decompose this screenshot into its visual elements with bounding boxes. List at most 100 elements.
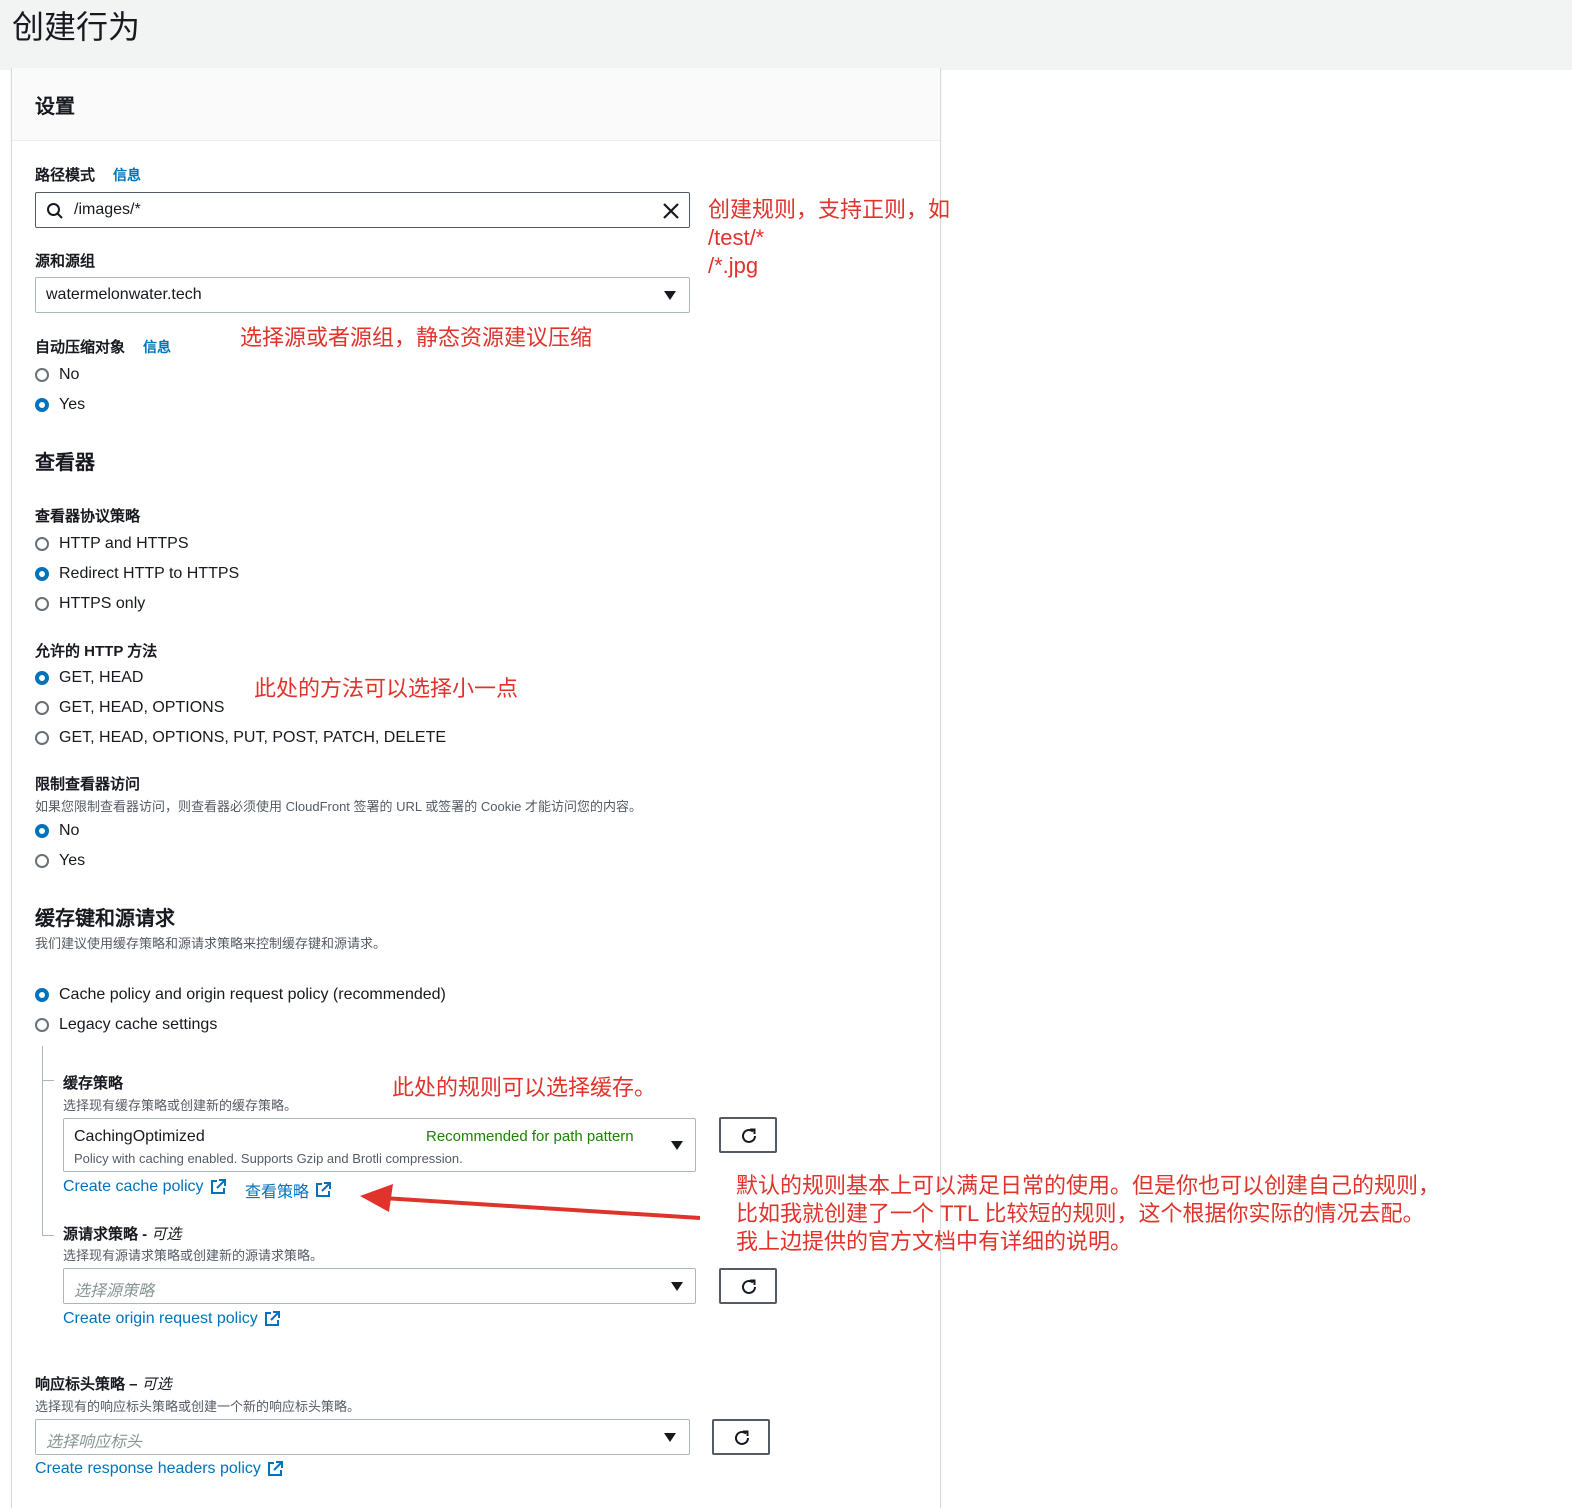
origin-request-policy-description: 选择现有源请求策略或创建新的源请求策略。: [63, 1248, 324, 1263]
protocol-option-label: HTTP and HTTPS: [59, 535, 189, 552]
radio-selected-icon[interactable]: [35, 671, 49, 685]
annotation-origin-note: 选择源或者源组，静态资源建议压缩: [240, 325, 593, 350]
response-headers-placeholder: 选择响应标头: [46, 1434, 143, 1451]
cache-mode-label: Cache policy and origin request policy (…: [59, 986, 446, 1003]
top-bar: [0, 0, 1572, 70]
path-pattern-info-link[interactable]: 信息: [113, 165, 141, 185]
restrict-option-label: Yes: [59, 852, 86, 869]
methods-option-label: GET, HEAD: [59, 669, 144, 686]
methods-option-label: GET, HEAD, OPTIONS: [59, 699, 225, 716]
origin-request-policy-refresh-button[interactable]: [719, 1268, 777, 1304]
cache-description: 我们建议使用缓存策略和源请求策略来控制缓存键和源请求。: [35, 936, 387, 951]
view-policy-link[interactable]: 查看策略: [245, 1178, 332, 1202]
response-headers-label: 响应标头策略 – 可选: [35, 1376, 172, 1393]
cache-mode-legacy[interactable]: Legacy cache settings: [35, 1014, 217, 1036]
clear-icon[interactable]: [662, 202, 680, 220]
cache-policy-value: CachingOptimized: [74, 1128, 205, 1145]
methods-option-all[interactable]: GET, HEAD, OPTIONS, PUT, POST, PATCH, DE…: [35, 727, 446, 749]
page-title: 创建行为: [12, 9, 141, 45]
cache-mode-policy[interactable]: Cache policy and origin request policy (…: [35, 984, 446, 1006]
response-headers-select[interactable]: 选择响应标头: [35, 1419, 690, 1455]
external-link-icon: [316, 1182, 332, 1197]
radio-selected-icon[interactable]: [35, 567, 49, 581]
origin-select[interactable]: watermelonwater.tech: [35, 277, 690, 313]
origin-request-policy-select[interactable]: 选择源策略: [63, 1268, 696, 1304]
chevron-down-icon: [671, 1282, 683, 1291]
create-response-headers-policy-link[interactable]: Create response headers policy: [35, 1460, 283, 1478]
external-link-icon: [210, 1179, 226, 1194]
annotation-line: 创建规则，支持正则，如: [708, 197, 951, 222]
radio-icon[interactable]: [35, 854, 49, 868]
external-link-icon: [267, 1461, 283, 1476]
compress-option-no[interactable]: No: [35, 364, 79, 386]
cache-policy-select[interactable]: CachingOptimized Recommended for path pa…: [63, 1118, 696, 1172]
view-policy-text: 查看策略: [245, 1184, 310, 1201]
chevron-down-icon: [671, 1141, 683, 1150]
methods-option-get-head[interactable]: GET, HEAD: [35, 667, 143, 689]
compress-option-yes[interactable]: Yes: [35, 394, 85, 416]
restrict-option-label: No: [59, 822, 80, 839]
methods-option-label: GET, HEAD, OPTIONS, PUT, POST, PATCH, DE…: [59, 729, 447, 746]
optional-tag: 可选: [151, 1226, 182, 1243]
methods-label: 允许的 HTTP 方法: [35, 643, 158, 660]
response-headers-label-text: 响应标头策略: [35, 1376, 126, 1393]
restrict-option-yes[interactable]: Yes: [35, 850, 85, 872]
create-cache-policy-link[interactable]: Create cache policy: [63, 1178, 226, 1196]
create-cache-policy-text: Create cache policy: [63, 1178, 204, 1195]
restrict-option-no[interactable]: No: [35, 820, 79, 842]
response-headers-description: 选择现有的响应标头策略或创建一个新的响应标头策略。: [35, 1399, 361, 1414]
viewer-heading: 查看器: [35, 452, 95, 474]
search-icon: [47, 203, 63, 219]
path-pattern-value: /images/*: [74, 201, 141, 218]
radio-icon[interactable]: [35, 597, 49, 611]
protocol-label: 查看器协议策略: [35, 508, 141, 525]
cache-mode-label: Legacy cache settings: [59, 1016, 218, 1033]
tree-line: [42, 1046, 43, 1236]
radio-selected-icon[interactable]: [35, 824, 49, 838]
annotation-methods-note: 此处的方法可以选择小一点: [254, 676, 519, 701]
protocol-option-https-only[interactable]: HTTPS only: [35, 593, 145, 615]
compress-label: 自动压缩对象: [35, 339, 126, 356]
restrict-label: 限制查看器访问: [35, 776, 141, 793]
annotation-arrow-icon: [360, 1184, 701, 1220]
protocol-option-label: Redirect HTTP to HTTPS: [59, 565, 240, 582]
tree-branch: [42, 1080, 54, 1081]
annotation-line: /*.jpg: [708, 253, 759, 278]
chevron-down-icon: [664, 1433, 676, 1442]
create-origin-request-policy-link[interactable]: Create origin request policy: [63, 1310, 280, 1328]
annotation-default-note: 默认的规则基本上可以满足日常的使用。但是你也可以创建自己的规则， 比如我就创建了…: [736, 1172, 1440, 1256]
annotation-line: 比如我就创建了一个 TTL 比较短的规则，这个根据你实际的情况去配。: [736, 1201, 1425, 1226]
create-origin-request-policy-text: Create origin request policy: [63, 1310, 258, 1327]
radio-selected-icon[interactable]: [35, 988, 49, 1002]
response-headers-refresh-button[interactable]: [712, 1419, 770, 1455]
radio-icon[interactable]: [35, 731, 49, 745]
protocol-option-label: HTTPS only: [59, 595, 146, 612]
refresh-icon: [742, 1128, 756, 1143]
path-pattern-input[interactable]: /images/*: [35, 192, 690, 228]
compress-info-link[interactable]: 信息: [143, 337, 171, 357]
settings-heading: 设置: [35, 96, 75, 118]
cache-policy-value-description: Policy with caching enabled. Supports Gz…: [74, 1151, 463, 1166]
path-pattern-label-row: 路径模式 信息: [35, 164, 141, 185]
radio-icon[interactable]: [35, 1018, 49, 1032]
annotation-line: 默认的规则基本上可以满足日常的使用。但是你也可以创建自己的规则，: [736, 1173, 1441, 1198]
recommended-badge: Recommended for path pattern: [426, 1128, 634, 1145]
annotation-cache-note: 此处的规则可以选择缓存。: [392, 1075, 657, 1100]
radio-selected-icon[interactable]: [35, 398, 49, 412]
cache-policy-description: 选择现有缓存策略或创建新的缓存策略。: [63, 1098, 298, 1113]
protocol-option-redirect[interactable]: Redirect HTTP to HTTPS: [35, 563, 239, 585]
optional-tag: 可选: [141, 1376, 172, 1393]
origin-request-policy-placeholder: 选择源策略: [74, 1283, 155, 1300]
methods-option-get-head-options[interactable]: GET, HEAD, OPTIONS: [35, 697, 224, 719]
annotation-line: /test/*: [708, 225, 765, 250]
annotation-line: 我上边提供的官方文档中有详细的说明。: [736, 1229, 1133, 1254]
create-response-headers-policy-text: Create response headers policy: [35, 1460, 261, 1477]
radio-icon[interactable]: [35, 368, 49, 382]
radio-icon[interactable]: [35, 701, 49, 715]
cache-policy-refresh-button[interactable]: [719, 1117, 777, 1153]
cache-heading: 缓存键和源请求: [35, 908, 175, 930]
protocol-option-http-https[interactable]: HTTP and HTTPS: [35, 533, 189, 555]
radio-icon[interactable]: [35, 537, 49, 551]
annotation-path-note: 创建规则，支持正则，如 /test/* /*.jpg: [708, 196, 950, 280]
path-pattern-label: 路径模式: [35, 167, 96, 184]
